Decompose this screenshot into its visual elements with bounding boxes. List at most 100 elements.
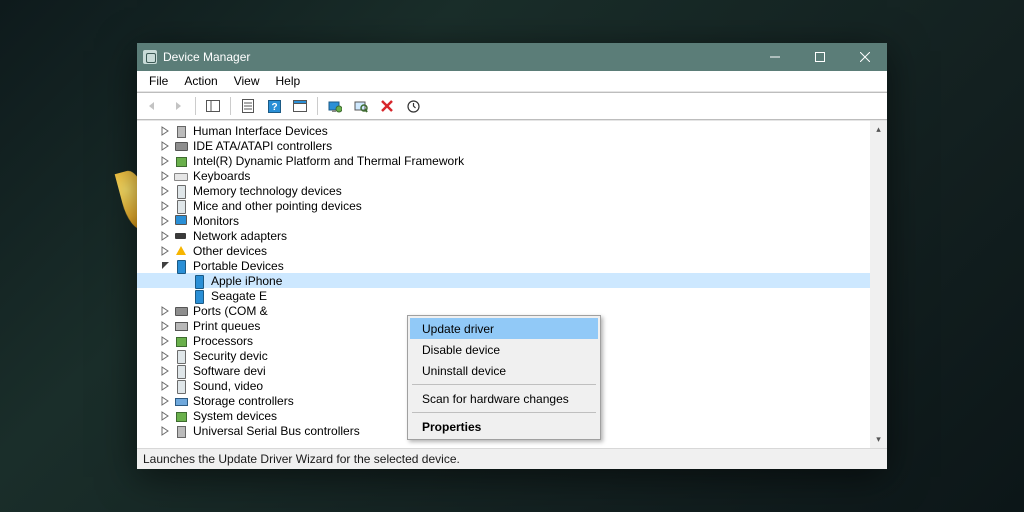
device-icon bbox=[173, 394, 189, 408]
expand-icon[interactable] bbox=[159, 425, 171, 437]
expand-icon[interactable] bbox=[159, 170, 171, 182]
device-icon bbox=[173, 154, 189, 168]
device-category[interactable]: Portable Devices bbox=[137, 258, 887, 273]
help-button[interactable]: ? bbox=[263, 95, 285, 117]
scroll-up-icon[interactable]: ▴ bbox=[870, 121, 887, 138]
close-button[interactable] bbox=[842, 43, 887, 71]
ctx-disable-device[interactable]: Disable device bbox=[410, 339, 598, 360]
ctx-uninstall-device[interactable]: Uninstall device bbox=[410, 360, 598, 381]
device-icon bbox=[173, 364, 189, 378]
back-button bbox=[141, 95, 163, 117]
maximize-button[interactable] bbox=[797, 43, 842, 71]
device-category[interactable]: Keyboards bbox=[137, 168, 887, 183]
uninstall-button[interactable] bbox=[376, 95, 398, 117]
toolbar-separator bbox=[230, 97, 231, 115]
expand-icon[interactable] bbox=[159, 380, 171, 392]
titlebar[interactable]: Device Manager bbox=[137, 43, 887, 71]
device-label: Other devices bbox=[193, 244, 267, 258]
update-driver-button[interactable] bbox=[324, 95, 346, 117]
device-icon bbox=[173, 424, 189, 438]
device-icon bbox=[173, 334, 189, 348]
expand-icon[interactable] bbox=[159, 125, 171, 137]
device-icon bbox=[173, 349, 189, 363]
device-node[interactable]: Apple iPhone bbox=[137, 273, 887, 288]
device-label: Human Interface Devices bbox=[193, 124, 328, 138]
expand-icon[interactable] bbox=[159, 335, 171, 347]
device-label: Processors bbox=[193, 334, 253, 348]
device-icon bbox=[173, 259, 189, 273]
toolbar-separator bbox=[195, 97, 196, 115]
expand-icon[interactable] bbox=[159, 155, 171, 167]
properties-button[interactable] bbox=[237, 95, 259, 117]
device-label: Keyboards bbox=[193, 169, 250, 183]
ctx-scan-hardware[interactable]: Scan for hardware changes bbox=[410, 388, 598, 409]
context-menu: Update driver Disable device Uninstall d… bbox=[407, 315, 601, 440]
device-category[interactable]: Memory technology devices bbox=[137, 183, 887, 198]
device-category[interactable]: Intel(R) Dynamic Platform and Thermal Fr… bbox=[137, 153, 887, 168]
expand-icon[interactable] bbox=[159, 395, 171, 407]
device-label: Security devic bbox=[193, 349, 268, 363]
status-text: Launches the Update Driver Wizard for th… bbox=[143, 452, 460, 466]
ctx-properties[interactable]: Properties bbox=[410, 416, 598, 437]
expand-icon[interactable] bbox=[159, 230, 171, 242]
device-label: Network adapters bbox=[193, 229, 287, 243]
expand-icon[interactable] bbox=[177, 275, 189, 287]
collapse-icon[interactable] bbox=[159, 260, 171, 272]
device-icon bbox=[173, 139, 189, 153]
expand-icon[interactable] bbox=[159, 365, 171, 377]
ctx-update-driver[interactable]: Update driver bbox=[410, 318, 598, 339]
scrollbar[interactable]: ▴ ▾ bbox=[870, 121, 887, 448]
expand-icon[interactable] bbox=[159, 140, 171, 152]
device-icon bbox=[173, 169, 189, 183]
device-label: Universal Serial Bus controllers bbox=[193, 424, 360, 438]
expand-icon[interactable] bbox=[159, 200, 171, 212]
device-category[interactable]: Monitors bbox=[137, 213, 887, 228]
device-icon bbox=[173, 319, 189, 333]
device-icon bbox=[191, 289, 207, 303]
device-label: Monitors bbox=[193, 214, 239, 228]
expand-icon[interactable] bbox=[159, 320, 171, 332]
app-icon bbox=[143, 50, 157, 64]
device-category[interactable]: Mice and other pointing devices bbox=[137, 198, 887, 213]
window-title: Device Manager bbox=[163, 50, 250, 64]
disable-button[interactable] bbox=[402, 95, 424, 117]
device-label: Print queues bbox=[193, 319, 260, 333]
device-icon bbox=[173, 244, 189, 258]
device-label: Portable Devices bbox=[193, 259, 284, 273]
menu-action[interactable]: Action bbox=[176, 72, 225, 90]
toolbar-separator bbox=[317, 97, 318, 115]
menu-file[interactable]: File bbox=[141, 72, 176, 90]
menu-help[interactable]: Help bbox=[268, 72, 309, 90]
device-category[interactable]: Other devices bbox=[137, 243, 887, 258]
action-button[interactable] bbox=[289, 95, 311, 117]
device-category[interactable]: IDE ATA/ATAPI controllers bbox=[137, 138, 887, 153]
device-manager-window: Device Manager File Action View Help ? H… bbox=[137, 43, 887, 469]
show-hide-tree-button[interactable] bbox=[202, 95, 224, 117]
minimize-button[interactable] bbox=[752, 43, 797, 71]
device-icon bbox=[173, 379, 189, 393]
menu-view[interactable]: View bbox=[226, 72, 268, 90]
device-label: Intel(R) Dynamic Platform and Thermal Fr… bbox=[193, 154, 464, 168]
forward-button bbox=[167, 95, 189, 117]
expand-icon[interactable] bbox=[159, 215, 171, 227]
device-label: Memory technology devices bbox=[193, 184, 342, 198]
device-icon bbox=[173, 214, 189, 228]
scan-hardware-button[interactable] bbox=[350, 95, 372, 117]
device-category[interactable]: Network adapters bbox=[137, 228, 887, 243]
scroll-down-icon[interactable]: ▾ bbox=[870, 431, 887, 448]
toolbar: ? bbox=[137, 92, 887, 120]
expand-icon[interactable] bbox=[159, 245, 171, 257]
ctx-separator bbox=[412, 384, 596, 385]
device-icon bbox=[173, 184, 189, 198]
device-icon bbox=[173, 229, 189, 243]
device-icon bbox=[173, 124, 189, 138]
expand-icon[interactable] bbox=[177, 290, 189, 302]
expand-icon[interactable] bbox=[159, 350, 171, 362]
device-category[interactable]: Human Interface Devices bbox=[137, 123, 887, 138]
expand-icon[interactable] bbox=[159, 305, 171, 317]
menubar: File Action View Help bbox=[137, 71, 887, 92]
status-bar: Launches the Update Driver Wizard for th… bbox=[137, 448, 887, 469]
device-node[interactable]: Seagate E bbox=[137, 288, 887, 303]
expand-icon[interactable] bbox=[159, 185, 171, 197]
expand-icon[interactable] bbox=[159, 410, 171, 422]
